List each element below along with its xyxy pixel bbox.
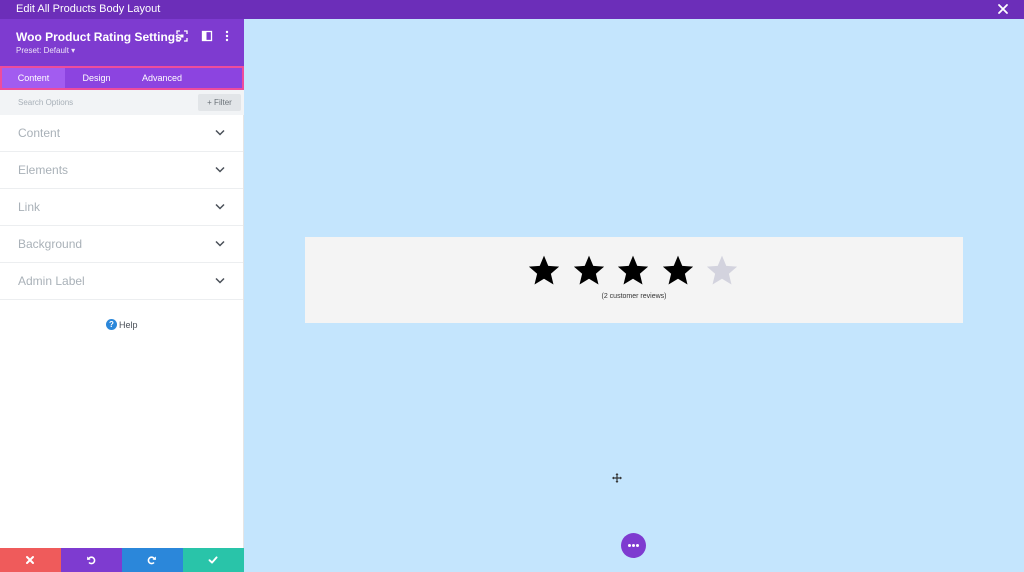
more-dots-icon — [628, 544, 631, 547]
section-content[interactable]: Content — [0, 115, 243, 152]
section-admin-label[interactable]: Admin Label — [0, 263, 243, 300]
chevron-down-icon — [215, 129, 225, 136]
section-elements[interactable]: Elements — [0, 152, 243, 189]
section-label: Elements — [18, 163, 69, 177]
tab-bar: Content Design Advanced — [0, 66, 244, 90]
star-empty-icon — [706, 255, 738, 285]
panel-header: Woo Product Rating Settings Preset: Defa… — [0, 19, 244, 66]
check-icon — [208, 556, 218, 564]
section-label: Link — [18, 200, 41, 214]
tab-content[interactable]: Content — [2, 68, 65, 88]
redo-button[interactable] — [122, 548, 183, 572]
star-filled-icon — [617, 255, 649, 285]
settings-panel: Woo Product Rating Settings Preset: Defa… — [0, 19, 244, 572]
tab-advanced[interactable]: Advanced — [128, 68, 196, 88]
search-row: Search Options + Filter — [0, 90, 244, 115]
expand-icon[interactable] — [176, 30, 188, 42]
chevron-down-icon — [215, 240, 225, 247]
more-options-icon[interactable] — [221, 30, 233, 42]
section-link[interactable]: Link — [0, 189, 243, 226]
section-background[interactable]: Background — [0, 226, 243, 263]
undo-button[interactable] — [61, 548, 122, 572]
star-filled-icon — [528, 255, 560, 285]
top-bar: Edit All Products Body Layout — [0, 0, 1024, 19]
action-bar — [0, 548, 244, 572]
redo-icon — [147, 556, 156, 565]
help-icon: ? — [106, 319, 117, 330]
move-icon[interactable] — [612, 473, 622, 483]
filter-button[interactable]: + Filter — [198, 94, 241, 111]
close-icon — [26, 556, 34, 564]
chevron-down-icon — [215, 203, 225, 210]
section-label: Content — [18, 126, 61, 140]
search-input[interactable]: Search Options — [18, 98, 73, 107]
star-filled-icon — [573, 255, 604, 285]
star-filled-icon — [662, 255, 693, 285]
tab-design[interactable]: Design — [65, 68, 128, 88]
panel-title: Woo Product Rating Settings — [16, 30, 182, 44]
preset-selector[interactable]: Preset: Default ▾ — [16, 46, 75, 55]
chevron-down-icon — [215, 166, 225, 173]
close-icon[interactable] — [996, 2, 1010, 16]
section-label: Background — [18, 237, 83, 251]
more-options-button[interactable] — [621, 533, 646, 558]
star-rating — [527, 254, 739, 288]
undo-icon — [87, 556, 96, 565]
window-title: Edit All Products Body Layout — [16, 3, 161, 15]
chevron-down-icon — [215, 277, 225, 284]
section-label: Admin Label — [18, 274, 85, 288]
product-rating-module[interactable]: (2 customer reviews) — [305, 237, 963, 323]
help-label: Help — [119, 320, 138, 330]
customer-reviews-link[interactable]: (2 customer reviews) — [305, 293, 963, 300]
save-button[interactable] — [183, 548, 244, 572]
sidebar-toggle-icon[interactable] — [201, 30, 213, 42]
discard-button[interactable] — [0, 548, 61, 572]
